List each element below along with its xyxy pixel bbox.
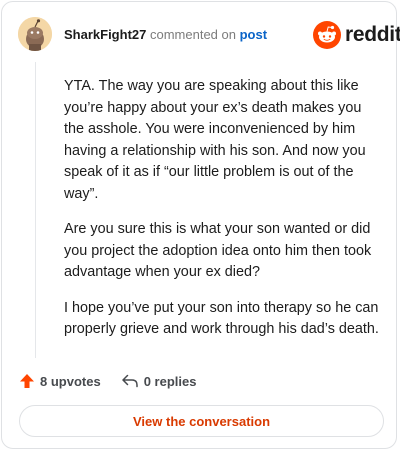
comment-body: YTA. The way you are speaking about this…: [64, 76, 384, 355]
commented-on-text: commented on: [149, 27, 236, 42]
reddit-logo[interactable]: reddit: [313, 21, 400, 49]
reply-count: 0 replies: [143, 373, 197, 389]
thread-line: [35, 62, 36, 358]
post-link[interactable]: post: [240, 27, 267, 42]
comment-paragraph: I hope you’ve put your son into therapy …: [64, 299, 379, 338]
upvote-count: 8 upvotes: [40, 373, 101, 389]
reddit-snoo-icon: [313, 21, 341, 49]
reddit-wordmark: reddit: [345, 23, 400, 46]
username-link[interactable]: SharkFight27: [64, 27, 146, 42]
upvote-button[interactable]: 8 upvotes: [19, 373, 101, 389]
comment-paragraph: YTA. The way you are speaking about this…: [64, 78, 366, 202]
comment-actions: 8 upvotes 0 replies: [19, 370, 196, 392]
upvote-arrow-icon: [20, 374, 34, 388]
reply-arrow-icon: [121, 374, 138, 388]
view-conversation-button[interactable]: View the conversation: [19, 405, 384, 437]
avatar-snoo-icon: [18, 17, 52, 51]
user-avatar[interactable]: [18, 17, 52, 51]
comment-header: SharkFight27 commented on post: [64, 26, 267, 44]
reply-button[interactable]: 0 replies: [121, 373, 197, 389]
comment-paragraph: Are you sure this is what your son wante…: [64, 221, 372, 280]
comment-card: SharkFight27 commented on post reddit YT…: [1, 1, 400, 449]
